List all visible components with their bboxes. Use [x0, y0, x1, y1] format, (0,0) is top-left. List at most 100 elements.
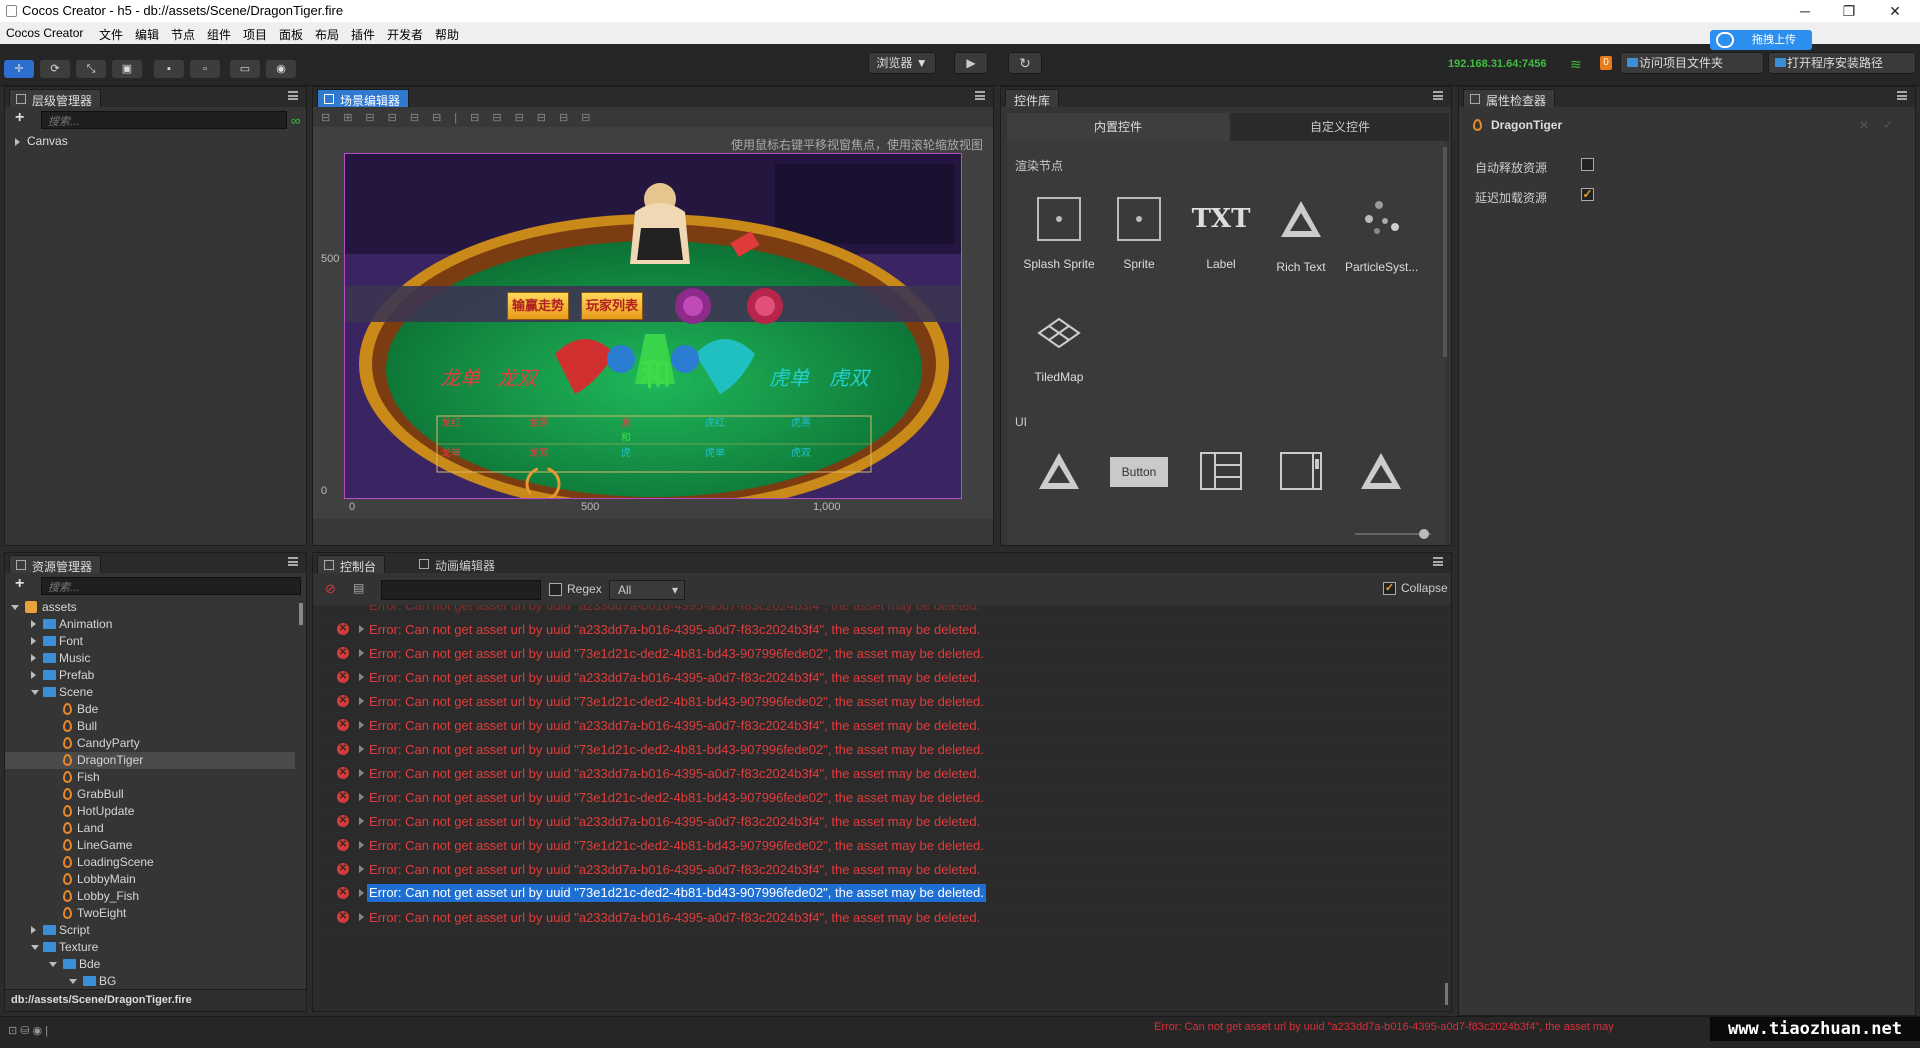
widget-particle-system[interactable]: ParticleSyst...	[1345, 197, 1418, 274]
console-log-row[interactable]: ✕ Error: Can not get asset url by uuid "a…	[323, 665, 1451, 689]
maximize-button[interactable]: ❐	[1826, 0, 1872, 22]
panel-menu-icon[interactable]	[1897, 91, 1907, 100]
console-log-row[interactable]: ✕ Error: Can not get asset url by uuid "a…	[323, 905, 1451, 929]
clear-console-icon[interactable]: ⊘	[325, 581, 336, 597]
expand-arrow-icon[interactable]	[359, 889, 364, 897]
expand-arrow-icon[interactable]	[359, 841, 364, 849]
expand-arrow-icon[interactable]	[359, 913, 364, 921]
expand-arrow-icon[interactable]	[359, 769, 364, 777]
async-load-checkbox[interactable]: ✓	[1581, 188, 1594, 201]
console-log-row-selected[interactable]: ✕ Error: Can not get asset url by uuid "7…	[323, 881, 1451, 905]
panel-menu-icon[interactable]	[975, 91, 985, 100]
console-log-row[interactable]: ✕ Error: Can not get asset url by uuid "7…	[323, 833, 1451, 857]
pivot-toggle-button[interactable]: ▪	[154, 60, 184, 78]
tab-builtin-widgets[interactable]: 内置控件	[1007, 113, 1229, 141]
scale-tool-button[interactable]: ⤡	[76, 60, 106, 78]
menu-file[interactable]: 文件	[99, 26, 123, 43]
refresh-button[interactable]: ↻	[1008, 52, 1042, 74]
expand-arrow-icon[interactable]	[359, 625, 364, 633]
notification-badge[interactable]: 0	[1600, 56, 1612, 70]
open-log-icon[interactable]: ▤	[353, 581, 364, 595]
console-filter-input[interactable]	[381, 580, 541, 600]
rotate-tool-button[interactable]: ⟳	[40, 60, 70, 78]
panel-menu-icon[interactable]	[288, 91, 298, 100]
expand-arrow-icon[interactable]	[15, 138, 20, 146]
tab-widget-library[interactable]: 控件库	[1005, 89, 1060, 108]
widget-splash-sprite[interactable]: Splash Sprite	[1023, 197, 1095, 271]
tab-console[interactable]: 控制台	[317, 555, 386, 574]
2d-toggle-button[interactable]: ▭	[230, 60, 260, 78]
log-level-select[interactable]: All ▾	[609, 580, 685, 600]
collapse-checkbox[interactable]: ✓	[1383, 582, 1396, 595]
expand-arrow-icon[interactable]	[359, 673, 364, 681]
widget-label[interactable]: TXT Label	[1185, 197, 1257, 271]
tab-assets[interactable]: 资源管理器	[9, 555, 102, 574]
upload-widget[interactable]: 拖拽上传	[1710, 30, 1812, 50]
widget-tiledmap[interactable]: TiledMap	[1023, 313, 1095, 384]
widget-scrollbar[interactable]	[1443, 147, 1447, 357]
menu-edit[interactable]: 编辑	[135, 26, 159, 43]
console-log-row[interactable]: ✕ Error: Can not get asset url by uuid "7…	[323, 641, 1451, 665]
gizmo-toggle-button[interactable]: ◉	[266, 60, 296, 78]
player-list-button[interactable]: 玩家列表	[581, 292, 643, 320]
panel-menu-icon[interactable]	[1433, 557, 1443, 566]
console-log-row[interactable]: ✕ Error: Can not get asset url by uuid "a…	[323, 617, 1451, 641]
console-log-row[interactable]: ✕ Error: Can not get asset url by uuid "a…	[323, 761, 1451, 785]
apply-icon[interactable]: ✓	[1883, 118, 1893, 132]
console-log-row[interactable]: ✕ Error: Can not get asset url by uuid "7…	[323, 785, 1451, 809]
menu-project[interactable]: 项目	[243, 26, 267, 43]
console-log-row[interactable]: ✕ Error: Can not get asset url by uuid "a…	[323, 857, 1451, 881]
status-error[interactable]: Error: Can not get asset url by uuid "a2…	[1154, 1021, 1714, 1033]
widget-scrollview[interactable]	[1265, 449, 1337, 496]
expand-arrow-icon[interactable]	[359, 649, 364, 657]
widget-button[interactable]: Button	[1103, 457, 1175, 487]
console-scrollbar[interactable]	[1445, 983, 1448, 1005]
assets-search-input[interactable]: 搜索...	[41, 577, 301, 595]
expand-arrow-icon[interactable]	[359, 697, 364, 705]
expand-arrow-icon[interactable]	[359, 793, 364, 801]
console-log-row[interactable]: Error: Can not get asset url by uuid "a2…	[323, 605, 1451, 617]
expand-arrow-icon[interactable]	[359, 721, 364, 729]
menu-developer[interactable]: 开发者	[387, 26, 423, 43]
assets-scrollbar[interactable]	[299, 603, 303, 625]
widget-ui-1[interactable]	[1023, 449, 1095, 496]
panel-menu-icon[interactable]	[288, 557, 298, 566]
console-log-row[interactable]: ✕ Error: Can not get asset url by uuid "7…	[323, 737, 1451, 761]
tree-item-scene-selected[interactable]: DragonTiger	[5, 752, 295, 769]
scene-viewport[interactable]: 输赢走势 玩家列表 龙单 龙双 和 虎单 虎双 龙红 龙黑 龙 虎红 虎黑 和 …	[344, 153, 962, 499]
tab-custom-widgets[interactable]: 自定义控件	[1231, 113, 1449, 141]
close-button[interactable]: ✕	[1872, 0, 1918, 22]
tree-node-canvas[interactable]: Canvas	[13, 134, 68, 148]
minimize-button[interactable]: ─	[1782, 0, 1828, 22]
link-icon[interactable]: ∞	[291, 113, 300, 128]
add-asset-button[interactable]: +	[15, 575, 24, 593]
auto-release-checkbox[interactable]	[1581, 158, 1594, 171]
rect-tool-button[interactable]: ▣	[112, 60, 142, 78]
panel-menu-icon[interactable]	[1433, 91, 1443, 100]
regex-checkbox[interactable]	[549, 583, 562, 596]
open-install-path-button[interactable]: 打开程序安装路径	[1768, 52, 1916, 74]
console-log-row[interactable]: ✕ Error: Can not get asset url by uuid "7…	[323, 689, 1451, 713]
tab-hierarchy[interactable]: 层级管理器	[9, 89, 102, 108]
menu-component[interactable]: 组件	[207, 26, 231, 43]
tab-animation-editor[interactable]: 动画编辑器	[413, 555, 504, 573]
move-tool-button[interactable]: ✛	[4, 60, 34, 78]
console-log-row[interactable]: ✕ Error: Can not get asset url by uuid "a…	[323, 713, 1451, 737]
expand-arrow-icon[interactable]	[359, 817, 364, 825]
expand-arrow-icon[interactable]	[359, 745, 364, 753]
win-trend-button[interactable]: 输赢走势	[507, 292, 569, 320]
menu-cocos[interactable]: Cocos Creator	[6, 26, 83, 40]
widget-layout[interactable]	[1185, 449, 1257, 496]
widget-sprite[interactable]: Sprite	[1103, 197, 1175, 271]
menu-panel[interactable]: 面板	[279, 26, 303, 43]
play-button[interactable]: ▶	[954, 52, 988, 74]
menu-plugin[interactable]: 插件	[351, 26, 375, 43]
expand-arrow-icon[interactable]	[359, 865, 364, 873]
hierarchy-search-input[interactable]: 搜索...	[41, 111, 287, 129]
menu-layout[interactable]: 布局	[315, 26, 339, 43]
menu-help[interactable]: 帮助	[435, 26, 459, 43]
align-icons[interactable]: ⊟⊞⊟⊟⊟⊟|⊟⊟⊟⊟⊟⊟	[321, 111, 603, 124]
add-node-button[interactable]: +	[15, 109, 24, 127]
console-log-row[interactable]: ✕ Error: Can not get asset url by uuid "a…	[323, 809, 1451, 833]
local-toggle-button[interactable]: ▫	[190, 60, 220, 78]
